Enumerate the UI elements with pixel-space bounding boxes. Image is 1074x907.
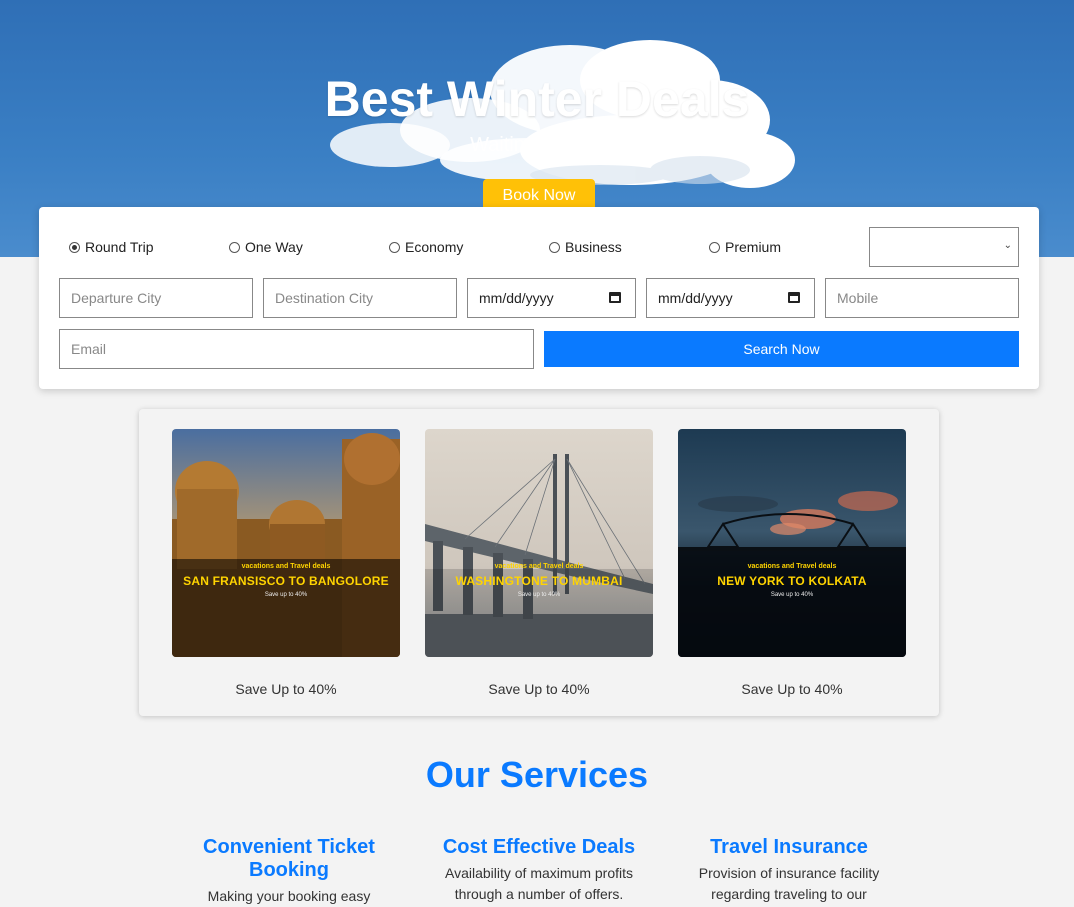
departure-date-input[interactable]: mm/dd/yyyy [467, 278, 636, 318]
radio-label: One Way [245, 239, 303, 255]
radio-business[interactable]: Business [549, 239, 622, 255]
service-text: Provision of insurance facility regardin… [698, 865, 880, 902]
deal-caption: Save Up to 40% [488, 681, 590, 697]
service-item: Cost Effective Deals Availability of max… [439, 836, 639, 905]
deal-overlay: vacations and Travel deals NEW YORK TO K… [678, 563, 906, 598]
search-now-button[interactable]: Search Now [544, 331, 1019, 367]
palace-image [172, 429, 400, 657]
service-text: Availability of maximum profits through … [444, 865, 634, 902]
service-item: Convenient Ticket Booking Making your bo… [189, 836, 389, 907]
radio-label: Round Trip [85, 239, 154, 255]
howrah-bridge-image [678, 429, 906, 657]
email-input[interactable]: Email [59, 329, 534, 369]
radio-label: Economy [405, 239, 464, 255]
date-placeholder: mm/dd/yyyy [479, 290, 554, 306]
radio-unchecked-icon [709, 241, 720, 253]
deal-image-howrah-bridge[interactable]: vacations and Travel deals NEW YORK TO K… [678, 429, 906, 657]
radio-unchecked-icon [229, 241, 240, 253]
deal-card[interactable]: vacations and Travel deals WASHINGTONE T… [425, 429, 653, 697]
deal-card[interactable]: vacations and Travel deals SAN FRANSISCO… [172, 429, 400, 697]
deal-image-bridge[interactable]: vacations and Travel deals WASHINGTONE T… [425, 429, 653, 657]
radio-unchecked-icon [549, 241, 560, 253]
deal-route: WASHINGTONE TO MUMBAI [455, 574, 623, 588]
deal-caption: Save Up to 40% [235, 681, 337, 697]
departure-city-input[interactable]: Departure City [59, 278, 253, 318]
deal-save-small: Save up to 40% [517, 592, 561, 598]
deal-route: NEW YORK TO KOLKATA [717, 574, 867, 588]
calendar-icon[interactable] [609, 292, 621, 303]
service-title: Travel Insurance [710, 836, 868, 858]
calendar-icon[interactable] [788, 292, 800, 303]
destination-city-input[interactable]: Destination City [263, 278, 457, 318]
mobile-input[interactable]: Mobile [825, 278, 1019, 318]
date-placeholder: mm/dd/yyyy [658, 290, 733, 306]
service-title: Convenient Ticket Booking [203, 836, 375, 881]
hero-subtitle: Waiting for You [470, 134, 604, 156]
radio-label: Business [565, 239, 622, 255]
return-date-input[interactable]: mm/dd/yyyy [646, 278, 815, 318]
deals-section: vacations and Travel deals SAN FRANSISCO… [139, 409, 939, 716]
services-title: Our Services [425, 754, 649, 795]
radio-economy[interactable]: Economy [389, 239, 463, 255]
deal-save-small: Save up to 40% [770, 592, 814, 598]
deal-save-small: Save up to 40% [264, 592, 308, 598]
radio-checked-icon [69, 241, 80, 253]
deal-route: SAN FRANSISCO TO BANGOLORE [183, 574, 389, 588]
deal-tag: vacations and Travel deals [241, 563, 331, 570]
hero-title: Best Winter Deals [324, 71, 750, 127]
class-select[interactable]: ⌄ [869, 227, 1019, 267]
radio-round-trip[interactable]: Round Trip [69, 239, 153, 255]
deal-overlay: vacations and Travel deals SAN FRANSISCO… [172, 563, 400, 598]
deal-image-palace[interactable]: vacations and Travel deals SAN FRANSISCO… [172, 429, 400, 657]
deal-tag: vacations and Travel deals [747, 563, 837, 570]
deal-tag: vacations and Travel deals [494, 563, 584, 570]
radio-premium[interactable]: Premium [709, 239, 781, 255]
radio-one-way[interactable]: One Way [229, 239, 303, 255]
deal-overlay: vacations and Travel deals WASHINGTONE T… [425, 563, 653, 598]
service-title: Cost Effective Deals [442, 836, 636, 858]
service-item: Travel Insurance Provision of insurance … [689, 836, 889, 905]
flight-search-form: Round Trip One Way Economy Business Prem… [39, 207, 1039, 389]
radio-label: Premium [725, 239, 782, 255]
deal-caption: Save Up to 40% [741, 681, 843, 697]
chevron-down-icon: ⌄ [1003, 240, 1012, 251]
radio-unchecked-icon [389, 241, 400, 253]
deal-card[interactable]: vacations and Travel deals NEW YORK TO K… [678, 429, 906, 697]
bridge-image [425, 429, 653, 657]
